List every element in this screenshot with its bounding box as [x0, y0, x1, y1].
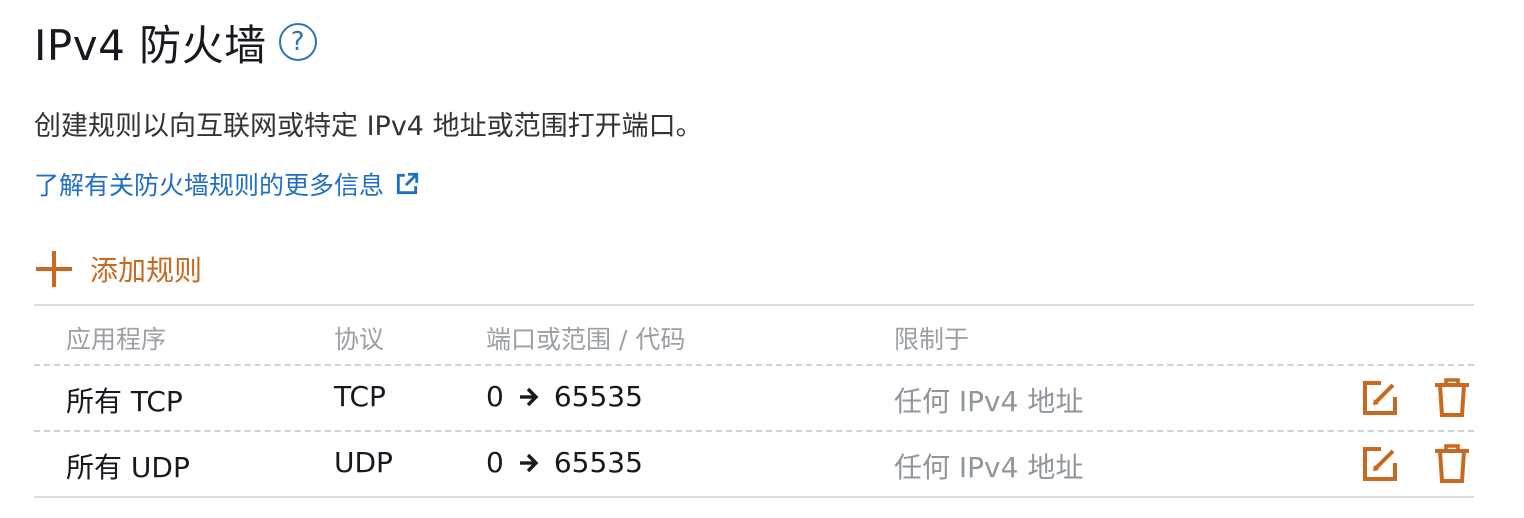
title-row: IPv4 防火墙 ?	[34, 14, 317, 70]
table-bottom-divider	[34, 496, 1474, 498]
port-from: 0	[486, 446, 504, 479]
column-header-port-range: 端口或范围 / 代码	[486, 325, 686, 354]
add-rule-button[interactable]: 添加规则	[34, 246, 202, 292]
rules-table: 应用程序 协议 端口或范围 / 代码 限制于 所有 TCP TCP 0 6553…	[34, 304, 1474, 498]
arrow-right-icon	[519, 453, 539, 472]
arrow-right-icon	[519, 387, 539, 406]
edit-icon	[1363, 447, 1397, 481]
delete-button[interactable]	[1430, 376, 1474, 420]
cell-application: 所有 UDP	[66, 451, 190, 484]
cell-port-range: 0 65535	[486, 380, 643, 413]
cell-application: 所有 TCP	[66, 385, 183, 418]
column-header-protocol: 协议	[334, 325, 385, 354]
edit-button[interactable]	[1358, 442, 1402, 486]
firewall-panel: IPv4 防火墙 ? 创建规则以向互联网或特定 IPv4 地址或范围打开端口。 …	[0, 0, 1524, 518]
row-actions	[1358, 376, 1474, 420]
port-from: 0	[486, 380, 504, 413]
learn-more-link[interactable]: 了解有关防火墙规则的更多信息	[34, 166, 420, 202]
row-actions	[1358, 442, 1474, 486]
external-link-icon	[396, 172, 419, 195]
table-row: 所有 TCP TCP 0 65535 任何 IPv4 地址	[34, 366, 1474, 430]
page-title: IPv4 防火墙	[34, 20, 267, 70]
edit-icon	[1363, 381, 1397, 415]
learn-more-label: 了解有关防火墙规则的更多信息	[34, 171, 385, 200]
description-text: 创建规则以向互联网或特定 IPv4 地址或范围打开端口。	[34, 111, 703, 142]
delete-icon	[1435, 444, 1469, 483]
cell-port-range: 0 65535	[486, 446, 643, 479]
port-to: 65535	[553, 446, 643, 479]
plus-icon	[36, 251, 72, 287]
edit-button[interactable]	[1358, 376, 1402, 420]
table-header: 应用程序 协议 端口或范围 / 代码 限制于	[34, 306, 1474, 364]
cell-protocol: UDP	[334, 446, 393, 479]
delete-icon	[1435, 378, 1469, 417]
port-to: 65535	[553, 380, 643, 413]
table-row: 所有 UDP UDP 0 65535 任何 IPv4 地址	[34, 432, 1474, 496]
cell-restricted-to: 任何 IPv4 地址	[894, 451, 1084, 484]
delete-button[interactable]	[1430, 442, 1474, 486]
cell-restricted-to: 任何 IPv4 地址	[894, 385, 1084, 418]
help-circle-icon[interactable]: ?	[278, 23, 317, 61]
column-header-restricted-to: 限制于	[894, 325, 970, 354]
add-rule-label: 添加规则	[90, 254, 203, 287]
column-header-application: 应用程序	[66, 325, 167, 354]
cell-protocol: TCP	[334, 380, 386, 413]
